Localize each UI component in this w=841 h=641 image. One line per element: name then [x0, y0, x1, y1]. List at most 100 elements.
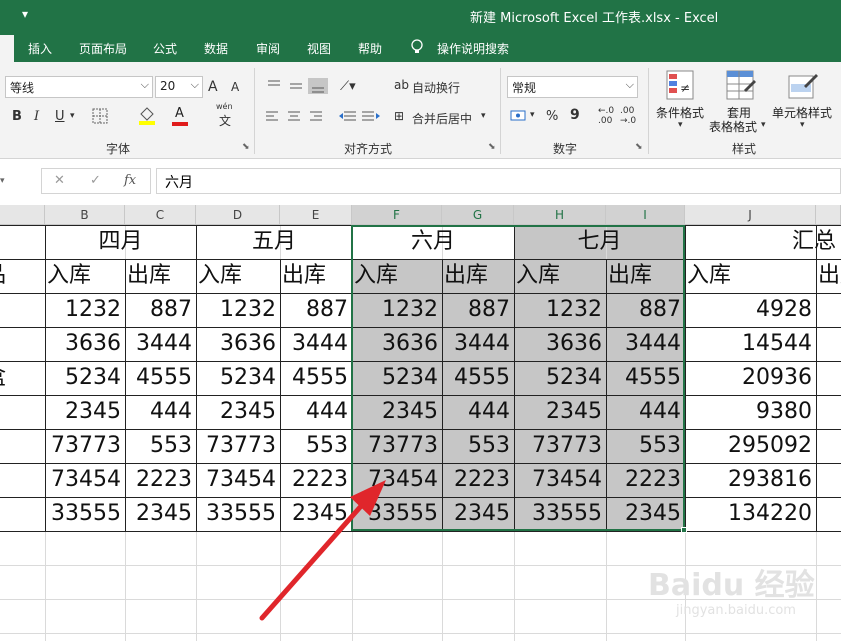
- decrease-decimal-button[interactable]: .00 →.0: [620, 106, 636, 126]
- dialog-launcher-icon[interactable]: ⬊: [635, 142, 643, 152]
- italic-button[interactable]: I: [34, 109, 39, 124]
- percent-button[interactable]: %: [546, 109, 558, 124]
- subheader-cell[interactable]: 出库: [280, 259, 352, 293]
- data-cell[interactable]: 293816: [685, 463, 816, 497]
- increase-decimal-button[interactable]: ←.0 .00: [598, 106, 614, 126]
- data-cell[interactable]: 2345: [125, 497, 196, 531]
- data-cell[interactable]: 33555: [196, 497, 280, 531]
- grow-font-button[interactable]: A: [208, 79, 218, 95]
- name-box-dropdown[interactable]: ▾: [0, 176, 5, 186]
- data-cell[interactable]: 4555: [125, 361, 196, 395]
- format-as-table-button[interactable]: 表格格式: [709, 118, 757, 135]
- quick-access-dropdown[interactable]: ▾: [22, 7, 28, 21]
- data-cell[interactable]: 1232: [45, 293, 125, 327]
- orientation-icon[interactable]: ⟋▾: [340, 79, 356, 94]
- column-header-b[interactable]: B: [45, 205, 125, 225]
- data-cell[interactable]: 553: [280, 429, 352, 463]
- data-cell[interactable]: 73773: [196, 429, 280, 463]
- merge-center-button[interactable]: 合并后居中: [412, 110, 472, 127]
- column-header-a[interactable]: [0, 205, 45, 225]
- cell-styles-icon[interactable]: [788, 70, 818, 102]
- cell-styles-button[interactable]: 单元格样式: [772, 104, 832, 121]
- tell-me-search[interactable]: 操作说明搜索: [437, 40, 509, 57]
- data-cell[interactable]: 33555: [45, 497, 125, 531]
- column-header-c[interactable]: C: [125, 205, 196, 225]
- month-header[interactable]: 汇总: [790, 225, 841, 259]
- tab-page-layout[interactable]: 页面布局: [79, 40, 127, 57]
- dialog-launcher-icon[interactable]: ⬊: [242, 142, 250, 152]
- font-size-select[interactable]: 20 ⌵: [155, 76, 203, 98]
- data-cell[interactable]: 73773: [45, 429, 125, 463]
- data-cell[interactable]: 553: [125, 429, 196, 463]
- data-cell[interactable]: 3444: [125, 327, 196, 361]
- bold-button[interactable]: B: [12, 109, 22, 124]
- data-cell[interactable]: 3444: [280, 327, 352, 361]
- chevron-down-icon[interactable]: ▾: [530, 110, 535, 120]
- conditional-format-button[interactable]: 条件格式: [656, 104, 704, 121]
- column-header-d[interactable]: D: [196, 205, 280, 225]
- month-header[interactable]: 五月: [196, 225, 352, 259]
- column-header-i[interactable]: I: [606, 205, 685, 225]
- column-header-f[interactable]: F: [352, 205, 442, 225]
- data-cell[interactable]: 4928: [685, 293, 816, 327]
- data-cell[interactable]: 5234: [196, 361, 280, 395]
- data-cell[interactable]: 2223: [125, 463, 196, 497]
- cancel-icon[interactable]: ✕: [54, 173, 65, 188]
- column-header-e[interactable]: E: [280, 205, 352, 225]
- column-header-j[interactable]: J: [685, 205, 816, 225]
- horizontal-align-icons[interactable]: [264, 110, 326, 124]
- column-header-k[interactable]: [816, 205, 841, 225]
- data-cell[interactable]: 444: [280, 395, 352, 429]
- number-format-select[interactable]: 常规 ⌵: [507, 76, 638, 98]
- dialog-launcher-icon[interactable]: ⬊: [488, 142, 496, 152]
- subheader-cell[interactable]: 出库: [125, 259, 196, 293]
- subheader-cell[interactable]: 出库: [816, 259, 841, 293]
- data-cell[interactable]: 1232: [196, 293, 280, 327]
- data-cell[interactable]: 9380: [685, 395, 816, 429]
- chevron-down-icon[interactable]: ▾: [481, 111, 486, 121]
- tab-help[interactable]: 帮助: [358, 40, 382, 57]
- data-cell[interactable]: 73454: [45, 463, 125, 497]
- data-cell[interactable]: 73454: [196, 463, 280, 497]
- data-cell[interactable]: 5234: [45, 361, 125, 395]
- format-as-table-icon[interactable]: [726, 70, 756, 102]
- tab-data[interactable]: 数据: [204, 40, 228, 57]
- month-header[interactable]: 四月: [45, 225, 196, 259]
- chevron-down-icon[interactable]: ▾: [761, 120, 766, 130]
- row-label[interactable]: 盒: [0, 361, 27, 395]
- font-color-button[interactable]: A: [175, 106, 184, 121]
- subheader-cell[interactable]: 入库: [196, 259, 280, 293]
- vertical-align-icons[interactable]: [266, 78, 328, 94]
- subheader-cell[interactable]: 入库: [685, 259, 816, 293]
- currency-icon[interactable]: [510, 108, 530, 124]
- indent-icons[interactable]: [338, 110, 382, 124]
- shrink-font-button[interactable]: A: [231, 80, 239, 94]
- subheader-cell[interactable]: 入库: [45, 259, 125, 293]
- borders-icon[interactable]: [92, 108, 108, 124]
- data-cell[interactable]: 3636: [196, 327, 280, 361]
- tab-review[interactable]: 审阅: [256, 40, 280, 57]
- data-cell[interactable]: 887: [125, 293, 196, 327]
- row-label[interactable]: 品: [0, 259, 27, 293]
- tab-home-stub[interactable]: [0, 35, 14, 62]
- tab-view[interactable]: 视图: [307, 40, 331, 57]
- data-cell[interactable]: 14544: [685, 327, 816, 361]
- data-cell[interactable]: 887: [280, 293, 352, 327]
- formula-input[interactable]: 六月: [156, 168, 841, 194]
- column-header-h[interactable]: H: [514, 205, 606, 225]
- data-cell[interactable]: 134220: [685, 497, 816, 531]
- data-cell[interactable]: 4555: [280, 361, 352, 395]
- data-cell[interactable]: 295092: [685, 429, 816, 463]
- data-cell[interactable]: 2345: [280, 497, 352, 531]
- data-cell[interactable]: 20936: [685, 361, 816, 395]
- phonetic-guide-button[interactable]: wén: [216, 102, 233, 111]
- chevron-down-icon[interactable]: ▾: [678, 120, 683, 130]
- tab-insert[interactable]: 插入: [28, 40, 52, 57]
- comma-button[interactable]: 9: [570, 107, 580, 123]
- data-cell[interactable]: 2345: [196, 395, 280, 429]
- chevron-down-icon[interactable]: ▾: [800, 120, 805, 130]
- data-cell[interactable]: 3636: [45, 327, 125, 361]
- tab-formulas[interactable]: 公式: [153, 40, 177, 57]
- fill-color-icon[interactable]: [138, 106, 156, 126]
- font-name-select[interactable]: 等线 ⌵: [5, 76, 153, 98]
